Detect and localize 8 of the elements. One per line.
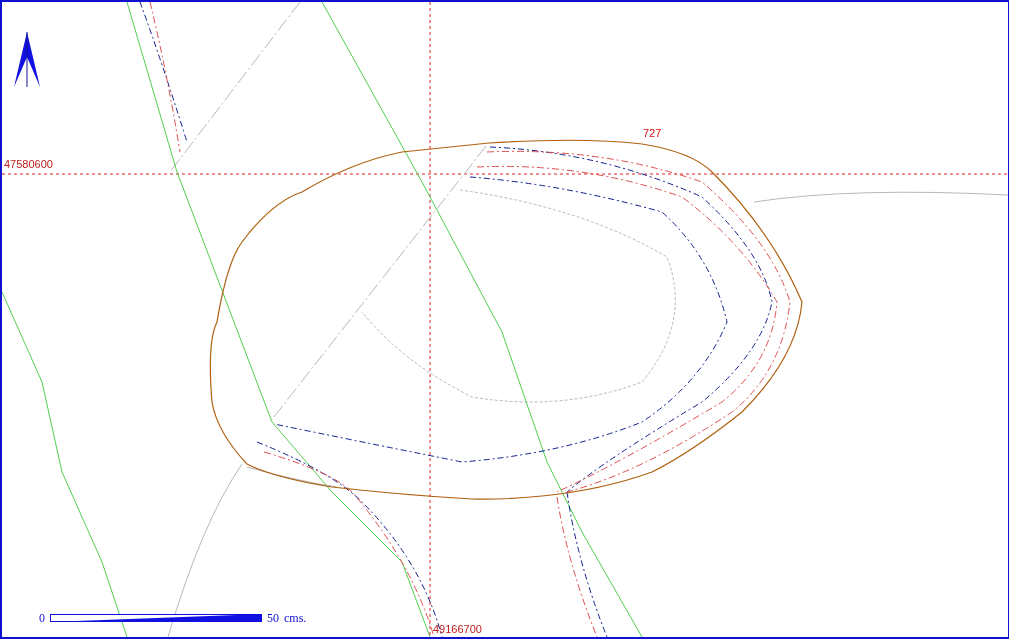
north-arrow-icon (14, 31, 40, 88)
northing-label: 47580600 (4, 159, 53, 170)
scale-start-label: 0 (39, 612, 45, 624)
map-canvas[interactable]: 727 47580600 49166700 0 50 cms. (0, 0, 1009, 639)
scale-unit-label: cms. (284, 612, 307, 624)
contour-label: 727 (643, 128, 662, 139)
scale-end-label: 50 (267, 612, 279, 624)
easting-label: 49166700 (433, 624, 482, 635)
